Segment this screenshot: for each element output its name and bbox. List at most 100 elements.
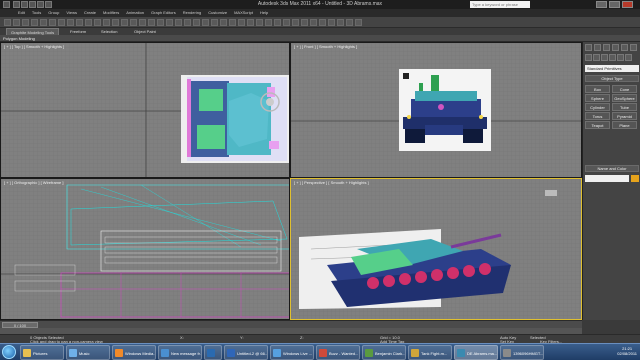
toolbar-tool-icon[interactable] (310, 19, 317, 26)
time-slider[interactable]: 0 / 100 (0, 320, 582, 328)
toolbar-tool-icon[interactable] (13, 19, 20, 26)
pyramid-button[interactable]: Pyramid (612, 112, 637, 120)
toolbar-tool-icon[interactable] (355, 19, 362, 26)
cameras-icon[interactable] (609, 54, 616, 61)
toolbar-tool-icon[interactable] (292, 19, 299, 26)
toolbar-tool-icon[interactable] (58, 19, 65, 26)
maximize-button[interactable] (609, 1, 620, 8)
toolbar-tool-icon[interactable] (265, 19, 272, 26)
name-and-color-rollout[interactable]: Name and Color (585, 165, 639, 172)
taskbar-item[interactable]: New message fr... (158, 345, 202, 360)
menu-create[interactable]: Create (84, 9, 96, 17)
taskbar-item[interactable]: Tank Fight.m... (408, 345, 452, 360)
undo-icon[interactable] (37, 1, 44, 8)
polygon-modeling-label[interactable]: Polygon Modeling (3, 36, 35, 41)
object-name-field[interactable] (585, 175, 629, 182)
hierarchy-tab-icon[interactable] (603, 44, 610, 51)
toolbar-tool-icon[interactable] (247, 19, 254, 26)
sphere-button[interactable]: Sphere (585, 94, 610, 102)
toolbar-tool-icon[interactable] (319, 19, 326, 26)
toolbar-tool-icon[interactable] (76, 19, 83, 26)
viewport-ortho-label[interactable]: [ + ] [ Orthographic ] [ Wireframe ] (4, 180, 63, 185)
plane-button[interactable]: Plane (612, 121, 637, 129)
taskbar-item[interactable]: 1396096HMGT... (500, 345, 544, 360)
taskbar-item[interactable] (204, 345, 222, 360)
close-button[interactable] (622, 1, 633, 8)
menu-modifiers[interactable]: Modifiers (103, 9, 119, 17)
tab-graphite-modeling-tools[interactable]: Graphite Modeling Tools (6, 28, 60, 35)
geosphere-button[interactable]: GeoSphere (612, 94, 637, 102)
object-type-rollout[interactable]: Object Type (585, 75, 639, 82)
minimize-button[interactable] (596, 1, 607, 8)
menu-views[interactable]: Views (66, 9, 77, 17)
shapes-icon[interactable] (593, 54, 600, 61)
toolbar-tool-icon[interactable] (103, 19, 110, 26)
cone-button[interactable]: Cone (612, 85, 637, 93)
toolbar-tool-icon[interactable] (328, 19, 335, 26)
toolbar-tool-icon[interactable] (184, 19, 191, 26)
toolbar-tool-icon[interactable] (148, 19, 155, 26)
primitive-type-dropdown[interactable]: Standard Primitives (585, 65, 639, 72)
motion-tab-icon[interactable] (612, 44, 619, 51)
toolbar-tool-icon[interactable] (211, 19, 218, 26)
toolbar-tool-icon[interactable] (22, 19, 29, 26)
app-menu-icon[interactable] (3, 1, 10, 8)
toolbar-tool-icon[interactable] (85, 19, 92, 26)
box-button[interactable]: Box (585, 85, 610, 93)
search-input[interactable]: Type a keyword or phrase (470, 1, 530, 8)
toolbar-tool-icon[interactable] (157, 19, 164, 26)
menu-help[interactable]: Help (260, 9, 268, 17)
toolbar-tool-icon[interactable] (130, 19, 137, 26)
menu-rendering[interactable]: Rendering (183, 9, 201, 17)
menu-animation[interactable]: Animation (126, 9, 144, 17)
new-file-icon[interactable] (13, 1, 20, 8)
object-color-swatch[interactable] (631, 175, 639, 182)
menu-maxscript[interactable]: MAXScript (234, 9, 253, 17)
toolbar-tool-icon[interactable] (40, 19, 47, 26)
viewport-top-label[interactable]: [ + ] [ Top ] [ Smooth + Highlights ] (4, 44, 64, 49)
taskbar-item[interactable]: Benjamin Clark... (362, 345, 406, 360)
spacewarps-icon[interactable] (625, 54, 632, 61)
toolbar-tool-icon[interactable] (346, 19, 353, 26)
toolbar-tool-icon[interactable] (256, 19, 263, 26)
toolbar-tool-icon[interactable] (193, 19, 200, 26)
menu-group[interactable]: Group (48, 9, 59, 17)
taskbar-item[interactable]: Untitled-2 @ 66... (224, 345, 268, 360)
toolbar-tool-icon[interactable] (49, 19, 56, 26)
taskbar-item[interactable]: DE Abrams.ma... (454, 345, 498, 360)
toolbar-tool-icon[interactable] (283, 19, 290, 26)
cylinder-button[interactable]: Cylinder (585, 103, 610, 111)
display-tab-icon[interactable] (621, 44, 628, 51)
geometry-icon[interactable] (585, 54, 592, 61)
viewport-orthographic[interactable]: [ + ] [ Orthographic ] [ Wireframe ] (0, 178, 290, 320)
viewport-front-label[interactable]: [ + ] [ Front ] [ Smooth + Highlights ] (294, 44, 357, 49)
lights-icon[interactable] (601, 54, 608, 61)
taskbar-item[interactable]: Windows Live ... (270, 345, 314, 360)
viewport-perspective[interactable]: [ + ] [ Perspective ] [ Smooth + Highlig… (290, 178, 582, 320)
toolbar-tool-icon[interactable] (337, 19, 344, 26)
toolbar-tool-icon[interactable] (112, 19, 119, 26)
create-tab-icon[interactable] (585, 44, 592, 51)
toolbar-tool-icon[interactable] (220, 19, 227, 26)
toolbar-tool-icon[interactable] (139, 19, 146, 26)
torus-button[interactable]: Torus (585, 112, 610, 120)
open-file-icon[interactable] (21, 1, 28, 8)
toolbar-tool-icon[interactable] (175, 19, 182, 26)
menu-edit[interactable]: Edit (18, 9, 25, 17)
taskbar-item[interactable]: Buzz - Wanted... (316, 345, 360, 360)
tube-button[interactable]: Tube (612, 103, 637, 111)
toolbar-tool-icon[interactable] (4, 19, 11, 26)
modify-tab-icon[interactable] (594, 44, 601, 51)
toolbar-tool-icon[interactable] (31, 19, 38, 26)
toolbar-tool-icon[interactable] (94, 19, 101, 26)
toolbar-tool-icon[interactable] (202, 19, 209, 26)
toolbar-tool-icon[interactable] (229, 19, 236, 26)
tab-object-paint[interactable]: Object Paint (130, 28, 160, 35)
viewport-top[interactable]: [ + ] [ Top ] [ Smooth + Highlights ] (0, 42, 290, 178)
helpers-icon[interactable] (617, 54, 624, 61)
menu-customize[interactable]: Customize (208, 9, 227, 17)
start-button[interactable] (2, 345, 16, 359)
menu-graph-editors[interactable]: Graph Editors (151, 9, 176, 17)
viewport-front[interactable]: [ + ] [ Front ] [ Smooth + Highlights ] (290, 42, 582, 178)
viewport-persp-label[interactable]: [ + ] [ Perspective ] [ Smooth + Highlig… (294, 180, 369, 185)
